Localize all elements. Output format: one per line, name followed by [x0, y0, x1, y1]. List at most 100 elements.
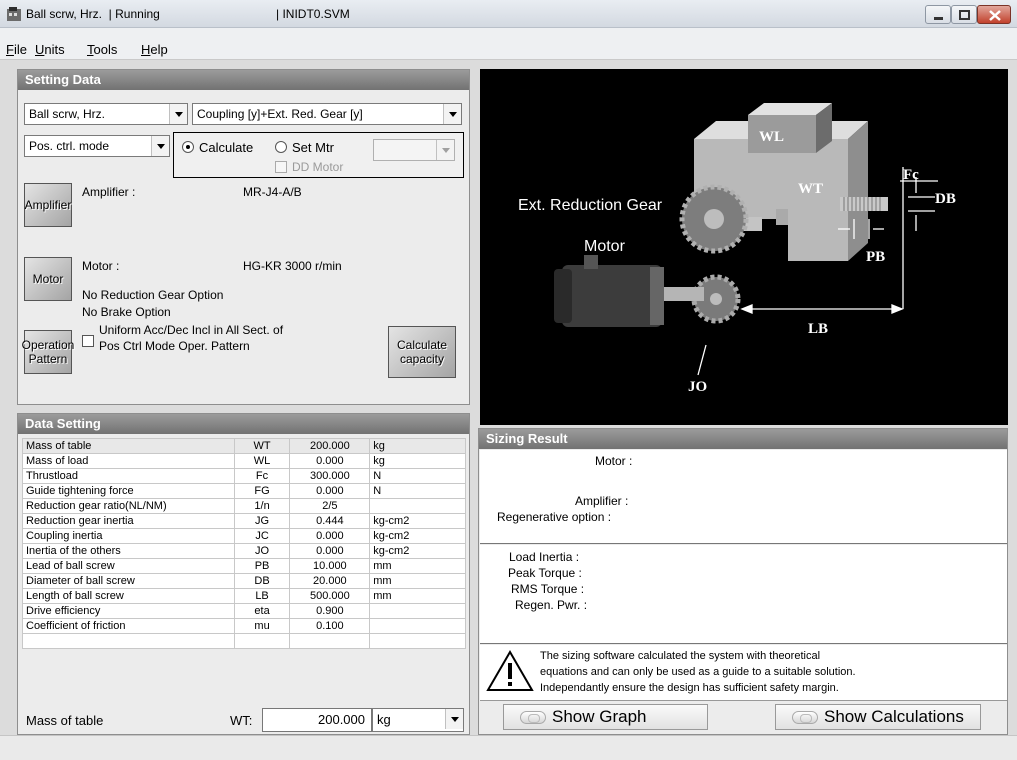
operation-pattern-button[interactable]: Operation Pattern — [22, 330, 74, 374]
label-motor: Motor — [584, 238, 626, 255]
warning-text: The sizing software calculated the syste… — [540, 650, 856, 694]
param-name: Lead of ball screw — [22, 558, 235, 574]
motor-value: HG-KR 3000 r/min — [243, 259, 342, 273]
result-motor-label: Motor : — [595, 454, 633, 468]
empty-cell — [22, 633, 235, 649]
empty-cell — [369, 633, 466, 649]
param-value: 0.444 — [289, 513, 371, 529]
mode-select[interactable]: Pos. ctrl. mode — [24, 135, 170, 157]
label-wt: WT — [798, 181, 823, 197]
eye-icon — [520, 711, 546, 724]
table-row[interactable]: Length of ball screw LB 500.000 mm — [22, 588, 466, 604]
menu-tools[interactable]: Tools — [87, 42, 117, 57]
param-name: Length of ball screw — [22, 588, 235, 604]
calculate-capacity-button[interactable]: Calculate capacity — [388, 326, 456, 378]
param-name: Diameter of ball screw — [22, 573, 235, 589]
menu-file[interactable]: File — [6, 42, 27, 57]
param-unit — [369, 498, 466, 514]
table-row[interactable]: Inertia of the others JO 0.000 kg-cm2 — [22, 543, 466, 559]
table-row[interactable]: Diameter of ball screw DB 20.000 mm — [22, 573, 466, 589]
result-peak-torque-label: Peak Torque : — [508, 566, 582, 580]
table-row[interactable]: Mass of table WT 200.000 kg — [22, 438, 466, 454]
chevron-down-icon — [445, 709, 463, 729]
label-ext-reduction-gear: Ext. Reduction Gear — [518, 197, 663, 214]
param-name: Mass of load — [22, 453, 235, 469]
result-rms-torque-label: RMS Torque : — [511, 582, 585, 596]
menu-help[interactable]: Help — [141, 42, 168, 57]
coupling-select[interactable]: Coupling [y]+Ext. Red. Gear [y] — [192, 103, 462, 125]
maximize-button[interactable] — [951, 5, 977, 24]
mechanism-diagram: WL WT Fc DB PB LB JO Ext. Reduction Gear… — [480, 69, 1008, 425]
close-button[interactable] — [977, 5, 1011, 24]
table-row[interactable]: Drive efficiency eta 0.900 — [22, 603, 466, 619]
edit-unit-select[interactable]: kg — [372, 708, 464, 732]
param-name: Reduction gear inertia — [22, 513, 235, 529]
table-row[interactable]: Thrustload Fc 300.000 N — [22, 468, 466, 484]
calculate-radio[interactable] — [182, 141, 194, 153]
brake-option: No Brake Option — [82, 305, 171, 319]
mechanism-select[interactable]: Ball scrw, Hrz. — [24, 103, 188, 125]
label-wl: WL — [759, 129, 784, 145]
maximize-icon — [959, 10, 970, 20]
edit-name-label: Mass of table — [26, 713, 104, 728]
label-lb: LB — [808, 321, 828, 337]
param-symbol: Fc — [233, 468, 291, 484]
empty-cell — [233, 633, 291, 649]
param-unit: kg-cm2 — [369, 528, 466, 544]
param-unit: kg-cm2 — [369, 543, 466, 559]
table-row[interactable]: Coefficient of friction mu 0.100 — [22, 618, 466, 634]
uniform-acc-checkbox[interactable] — [82, 335, 94, 347]
empty-cell — [289, 633, 371, 649]
label-fc: Fc — [903, 167, 919, 183]
data-setting-header: Data Setting — [18, 414, 469, 434]
table-row[interactable]: Guide tightening force FG 0.000 N — [22, 483, 466, 499]
motor-label: Motor : — [82, 259, 120, 273]
label-pb: PB — [866, 249, 885, 265]
param-unit: kg-cm2 — [369, 513, 466, 529]
menu-units[interactable]: Units — [35, 42, 65, 57]
show-graph-button[interactable]: Show Graph — [503, 704, 708, 730]
set-mtr-radio[interactable] — [275, 141, 287, 153]
param-value: 500.000 — [289, 588, 371, 604]
label-jo: JO — [688, 379, 707, 395]
chevron-down-icon — [169, 104, 187, 124]
param-value: 0.000 — [289, 528, 371, 544]
param-unit: mm — [369, 558, 466, 574]
param-value: 0.900 — [289, 603, 371, 619]
edit-value-input[interactable]: 200.000 — [262, 708, 372, 732]
param-symbol: mu — [233, 618, 291, 634]
param-symbol: JO — [233, 543, 291, 559]
param-symbol: FG — [233, 483, 291, 499]
motor-button[interactable]: Motor — [24, 257, 72, 301]
table-row[interactable]: Reduction gear inertia JG 0.444 kg-cm2 — [22, 513, 466, 529]
amplifier-button[interactable]: Amplifier — [24, 183, 72, 227]
result-middle: Load Inertia : Peak Torque : RMS Torque … — [480, 545, 1007, 644]
param-value: 20.000 — [289, 573, 371, 589]
param-symbol: DB — [233, 573, 291, 589]
param-symbol: LB — [233, 588, 291, 604]
minimize-button[interactable] — [925, 5, 951, 24]
dd-motor-label: DD Motor — [292, 160, 344, 174]
param-unit: mm — [369, 588, 466, 604]
setting-data-panel: Setting Data Ball scrw, Hrz. Coupling [y… — [17, 69, 470, 405]
table-row[interactable]: Mass of load WL 0.000 kg — [22, 453, 466, 469]
dd-motor-checkbox[interactable] — [275, 161, 287, 173]
param-name: Reduction gear ratio(NL/NM) — [22, 498, 235, 514]
chevron-down-icon — [151, 136, 169, 156]
table-row[interactable]: Coupling inertia JC 0.000 kg-cm2 — [22, 528, 466, 544]
eye-icon — [792, 711, 818, 724]
table-row[interactable]: Lead of ball screw PB 10.000 mm — [22, 558, 466, 574]
table-row[interactable]: Reduction gear ratio(NL/NM) 1/n 2/5 — [22, 498, 466, 514]
param-name: Guide tightening force — [22, 483, 235, 499]
window-title: Ball scrw, Hrz. | Running — [26, 7, 160, 21]
status-bar — [0, 735, 1017, 760]
table-row-empty — [22, 633, 466, 649]
amplifier-label: Amplifier : — [82, 185, 136, 199]
data-setting-panel: Data Setting Mass of table WT 200.000 kg Mas… — [17, 413, 470, 735]
show-calculations-button[interactable]: Show Calculations — [775, 704, 981, 730]
calculate-label: Calculate — [199, 140, 254, 155]
sizing-result-panel: Sizing Result Motor : Amplifier : Regene… — [478, 428, 1008, 735]
set-mtr-select[interactable] — [373, 139, 455, 161]
param-symbol: WT — [233, 438, 291, 454]
menu-bar: File Units Tools Help — [0, 28, 1017, 60]
